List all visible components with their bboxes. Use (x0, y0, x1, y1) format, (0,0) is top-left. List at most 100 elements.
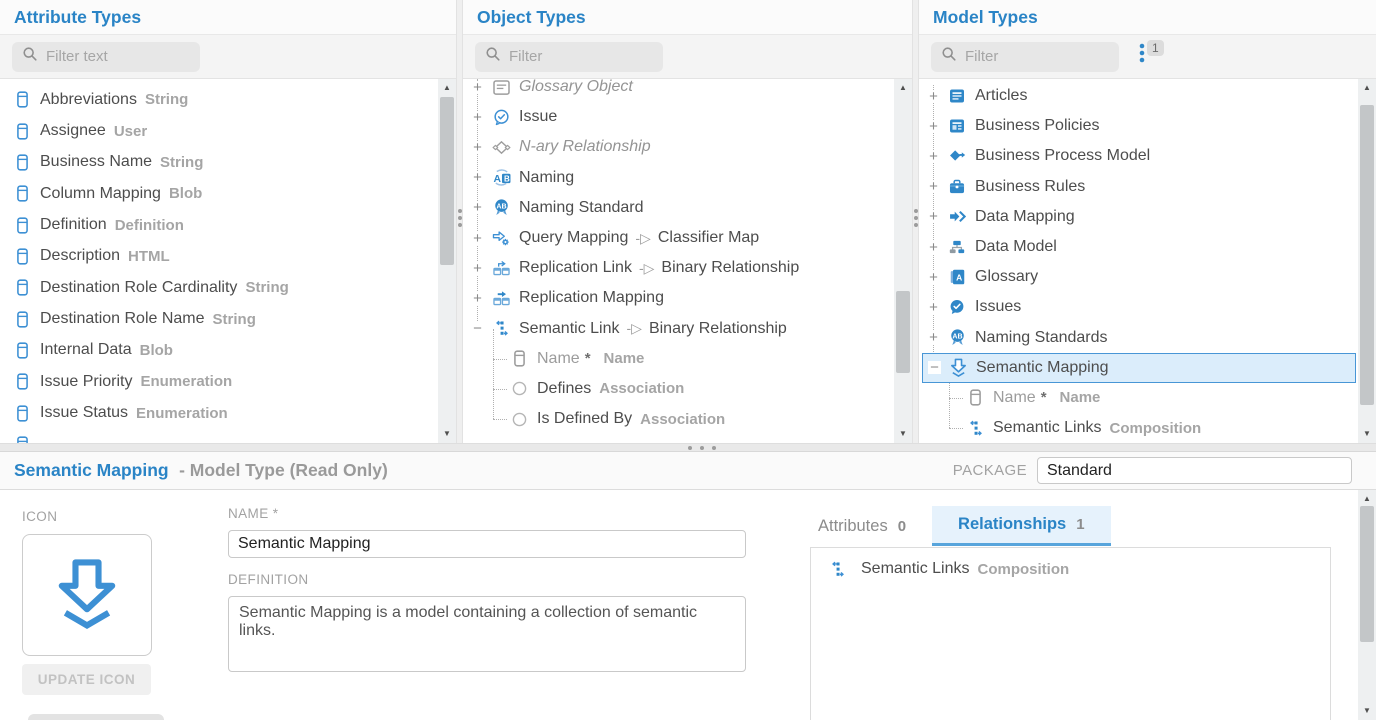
scroll-thumb[interactable] (896, 291, 910, 373)
tree-item[interactable]: +Data Model (919, 232, 1356, 262)
tree-item[interactable]: +ABNaming Standard (463, 193, 892, 223)
attribute-name: Description (40, 247, 120, 265)
scroll-thumb[interactable] (1360, 105, 1374, 405)
scroll-down-icon[interactable]: ▼ (1358, 428, 1376, 440)
tree-item[interactable]: −Semantic Link-▷Binary Relationship (463, 314, 892, 344)
tree-item[interactable]: +ABNaming Standards (919, 323, 1356, 353)
attribute-type-item[interactable]: Business NameString (0, 147, 456, 178)
expander-icon[interactable]: + (927, 150, 940, 163)
attribute-type-item[interactable]: AbbreviationsString (0, 84, 456, 115)
model-types-filter-input[interactable] (965, 48, 1109, 65)
tree-item[interactable]: +Replication Link-▷Binary Relationship (463, 253, 892, 283)
tree-item[interactable]: Semantic LinksComposition (919, 413, 1356, 443)
expander-icon[interactable]: + (471, 201, 484, 214)
tree-item[interactable]: +Glossary Object (463, 79, 892, 102)
attribute-name: Assignee (40, 122, 106, 140)
expander-icon[interactable]: + (471, 292, 484, 305)
scroll-up-icon[interactable]: ▲ (1358, 82, 1376, 94)
expander-icon[interactable]: + (927, 301, 940, 314)
scroll-down-icon[interactable]: ▼ (1358, 705, 1376, 717)
attribute-type-item[interactable]: Internal DataBlob (0, 335, 456, 366)
splitter-right[interactable] (912, 0, 919, 443)
tree-item[interactable]: Name*Name (463, 344, 892, 374)
partial-button[interactable] (28, 714, 164, 720)
tree-item[interactable]: +Business Process Model (919, 141, 1356, 171)
tree-item[interactable]: DefinesAssociation (463, 374, 892, 404)
attribute-types-filter[interactable] (12, 42, 200, 72)
attribute-types-title: Attribute Types (14, 7, 141, 28)
attribute-type-item[interactable]: Destination Role CardinalityString (0, 272, 456, 303)
tab-relationships[interactable]: Relationships 1 (932, 506, 1111, 546)
model-types-scrollbar[interactable]: ▲ ▼ (1358, 79, 1376, 443)
tree-item[interactable]: +Issue (463, 102, 892, 132)
scroll-up-icon[interactable]: ▲ (1358, 493, 1376, 505)
attribute-type-item[interactable]: Issue PriorityEnumeration (0, 366, 456, 397)
expander-icon[interactable]: + (471, 232, 484, 245)
object-types-filter-input[interactable] (509, 48, 653, 65)
tree-item[interactable]: Name*Name (919, 383, 1356, 413)
detail-scrollbar[interactable]: ▲ ▼ (1358, 490, 1376, 720)
object-types-scrollbar[interactable]: ▲ ▼ (894, 79, 912, 443)
scroll-thumb[interactable] (1360, 506, 1374, 642)
tree-item[interactable]: +ABNaming (463, 163, 892, 193)
expander-icon[interactable]: + (927, 241, 940, 254)
definition-textarea[interactable]: Semantic Mapping is a model containing a… (228, 596, 746, 672)
attribute-types-filter-input[interactable] (46, 48, 190, 65)
attribute-type-item[interactable] (0, 429, 456, 443)
tree-item[interactable]: +Articles (919, 81, 1356, 111)
attribute-type-item[interactable]: DefinitionDefinition (0, 209, 456, 240)
expander-icon[interactable]: + (927, 90, 940, 103)
object-types-filter[interactable] (475, 42, 663, 72)
scroll-up-icon[interactable]: ▲ (438, 82, 456, 94)
filter-options[interactable]: 1 (1139, 43, 1164, 68)
attribute-data-type: Blob (169, 185, 202, 202)
scroll-up-icon[interactable]: ▲ (894, 82, 912, 94)
expander-icon[interactable]: + (471, 262, 484, 275)
expander-icon[interactable]: + (927, 210, 940, 223)
expander-icon[interactable]: − (928, 361, 941, 374)
tree-item[interactable]: − Semantic Mapping (922, 353, 1356, 383)
attribute-type-item[interactable]: Column MappingBlob (0, 178, 456, 209)
package-input[interactable] (1037, 457, 1352, 484)
scroll-down-icon[interactable]: ▼ (438, 428, 456, 440)
tree-item[interactable]: +Query Mapping-▷Classifier Map (463, 223, 892, 253)
model-types-filter[interactable] (931, 42, 1119, 72)
scroll-down-icon[interactable]: ▼ (894, 428, 912, 440)
tree-item-label: Semantic Mapping (976, 359, 1109, 377)
attribute-data-type: User (114, 123, 147, 140)
expander-icon[interactable]: + (471, 81, 484, 94)
expander-icon[interactable]: + (927, 120, 940, 133)
tab-attributes[interactable]: Attributes 0 (792, 506, 932, 546)
expander-icon[interactable]: + (927, 331, 940, 344)
expander-icon[interactable]: + (471, 111, 484, 124)
tree-item-label: Naming Standards (975, 329, 1108, 347)
inherits-arrow-icon: -▷ (627, 320, 642, 337)
tree-item[interactable]: +Business Rules (919, 172, 1356, 202)
relationship-item[interactable]: Semantic LinksComposition (811, 548, 1330, 578)
expander-icon[interactable]: + (471, 171, 484, 184)
expander-icon[interactable]: + (927, 180, 940, 193)
tree-item[interactable]: +Replication Mapping (463, 283, 892, 313)
attribute-type-item[interactable]: Destination Role NameString (0, 303, 456, 334)
splitter-left[interactable] (456, 0, 463, 443)
expander-icon[interactable]: + (927, 271, 940, 284)
tree-item[interactable]: +N-ary Relationship (463, 132, 892, 162)
scroll-thumb[interactable] (440, 97, 454, 265)
kebab-menu-icon[interactable] (1139, 43, 1145, 68)
tree-item-label: Glossary (975, 268, 1038, 286)
horizontal-splitter[interactable] (0, 443, 1376, 452)
attribute-type-item[interactable]: Assignee User (0, 115, 456, 146)
tree-item[interactable]: +Issues (919, 292, 1356, 322)
attribute-type-item[interactable]: Issue StatusEnumeration (0, 397, 456, 428)
search-icon (485, 46, 501, 67)
update-icon-button[interactable]: UPDATE ICON (22, 664, 151, 695)
tree-item[interactable]: +AGlossary (919, 262, 1356, 292)
expander-icon[interactable]: + (471, 141, 484, 154)
tree-item[interactable]: +Data Mapping (919, 202, 1356, 232)
tree-item[interactable]: +Business Policies (919, 111, 1356, 141)
name-input[interactable] (228, 530, 746, 558)
attribute-types-scrollbar[interactable]: ▲ ▼ (438, 79, 456, 443)
expander-icon[interactable]: − (471, 322, 484, 335)
attribute-type-item[interactable]: DescriptionHTML (0, 241, 456, 272)
tree-item[interactable]: Is Defined ByAssociation (463, 404, 892, 434)
